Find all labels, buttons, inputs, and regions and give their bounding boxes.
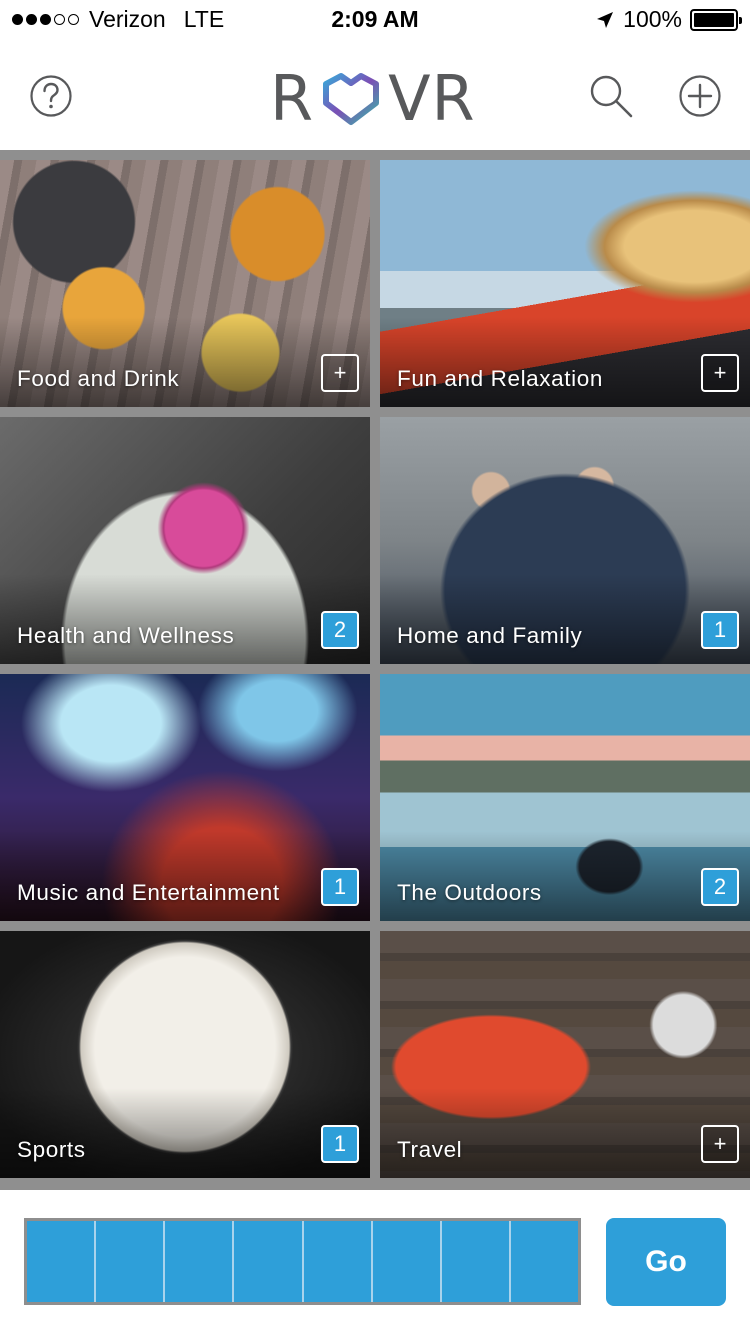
- selected-count-badge[interactable]: 2: [321, 611, 359, 649]
- selection-slot[interactable]: [373, 1221, 442, 1302]
- search-icon: [590, 75, 633, 118]
- category-label: Home and Family: [397, 623, 583, 648]
- help-icon: [30, 75, 72, 117]
- category-tile-food-and-drink[interactable]: Food and Drink +: [0, 160, 370, 407]
- status-bar: Verizon LTE 2:09 AM 100%: [0, 0, 750, 40]
- location-arrow-icon: [597, 11, 614, 28]
- category-label: Travel: [397, 1137, 463, 1162]
- bottom-bar: Go: [0, 1190, 750, 1334]
- category-label: Sports: [17, 1137, 86, 1162]
- battery-percent: 100%: [623, 6, 682, 32]
- category-tile-sports[interactable]: Sports 1: [0, 931, 370, 1178]
- add-category-button[interactable]: +: [701, 1125, 739, 1163]
- selected-count-badge[interactable]: 1: [701, 611, 739, 649]
- category-label: Food and Drink: [17, 366, 180, 391]
- battery-icon: [690, 8, 742, 31]
- category-label: Fun and Relaxation: [397, 366, 603, 391]
- status-right: 100%: [595, 6, 742, 33]
- heart-hexagon-logo-icon: [323, 73, 380, 125]
- category-label: The Outdoors: [397, 880, 542, 905]
- category-tile-music-and-entertainment[interactable]: Music and Entertainment 1: [0, 674, 370, 921]
- category-label: Music and Entertainment: [17, 880, 280, 905]
- category-tile-fun-and-relaxation[interactable]: Fun and Relaxation +: [380, 160, 750, 407]
- search-button[interactable]: [587, 72, 635, 120]
- add-button[interactable]: [676, 72, 724, 120]
- selection-slot[interactable]: [234, 1221, 304, 1302]
- selected-count-badge[interactable]: 2: [701, 868, 739, 906]
- add-category-button[interactable]: +: [321, 354, 359, 392]
- category-tile-travel[interactable]: Travel +: [380, 931, 750, 1178]
- category-label: Health and Wellness: [17, 623, 235, 648]
- selection-slot[interactable]: [27, 1221, 97, 1302]
- selection-slot[interactable]: [511, 1221, 578, 1302]
- logo-letter-r: R: [270, 62, 315, 135]
- selection-slot[interactable]: [165, 1221, 235, 1302]
- logo-letters-vr: VR: [388, 62, 476, 135]
- selection-slot[interactable]: [96, 1221, 166, 1302]
- nav-bar: R VR: [0, 40, 750, 150]
- category-grid: Food and Drink + Fun and Relaxation + He…: [0, 150, 750, 1190]
- selection-slot[interactable]: [304, 1221, 373, 1302]
- category-tile-home-and-family[interactable]: Home and Family 1: [380, 417, 750, 664]
- go-button[interactable]: Go: [606, 1218, 726, 1306]
- add-icon: [679, 75, 721, 117]
- selected-count-badge[interactable]: 1: [321, 868, 359, 906]
- rovr-logo: R VR: [270, 64, 485, 134]
- category-tile-health-and-wellness[interactable]: Health and Wellness 2: [0, 417, 370, 664]
- add-category-button[interactable]: +: [701, 354, 739, 392]
- selected-count-badge[interactable]: 1: [321, 1125, 359, 1163]
- help-button[interactable]: [27, 72, 75, 120]
- selection-slots[interactable]: [24, 1218, 581, 1305]
- selection-slot[interactable]: [442, 1221, 511, 1302]
- category-tile-the-outdoors[interactable]: The Outdoors 2: [380, 674, 750, 921]
